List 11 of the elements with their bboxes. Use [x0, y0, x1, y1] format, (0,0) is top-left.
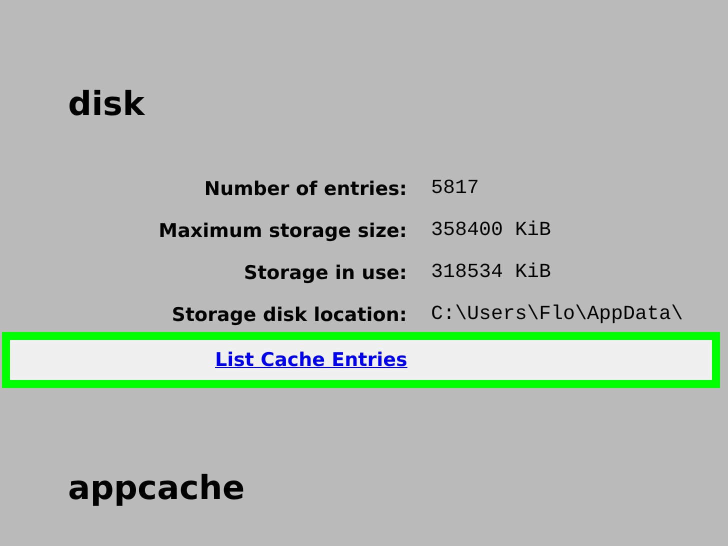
entry-value: C:\Users\Flo\AppData\ [431, 302, 684, 328]
section-heading: disk [68, 84, 146, 124]
entry-label: Number of entries: [203, 177, 407, 202]
entry-label: Storage in use: [242, 261, 407, 286]
entry-label: Maximum storage size: [158, 219, 407, 244]
entry-label: Storage disk location: [170, 303, 407, 328]
section-heading: appcache [68, 468, 246, 508]
entry-value: 5817 [431, 176, 480, 202]
entry-value: 358400 KiB [431, 218, 552, 244]
entry-value: 318534 KiB [431, 260, 552, 286]
list-cache-entries-link[interactable]: List Cache Entries [215, 349, 408, 371]
